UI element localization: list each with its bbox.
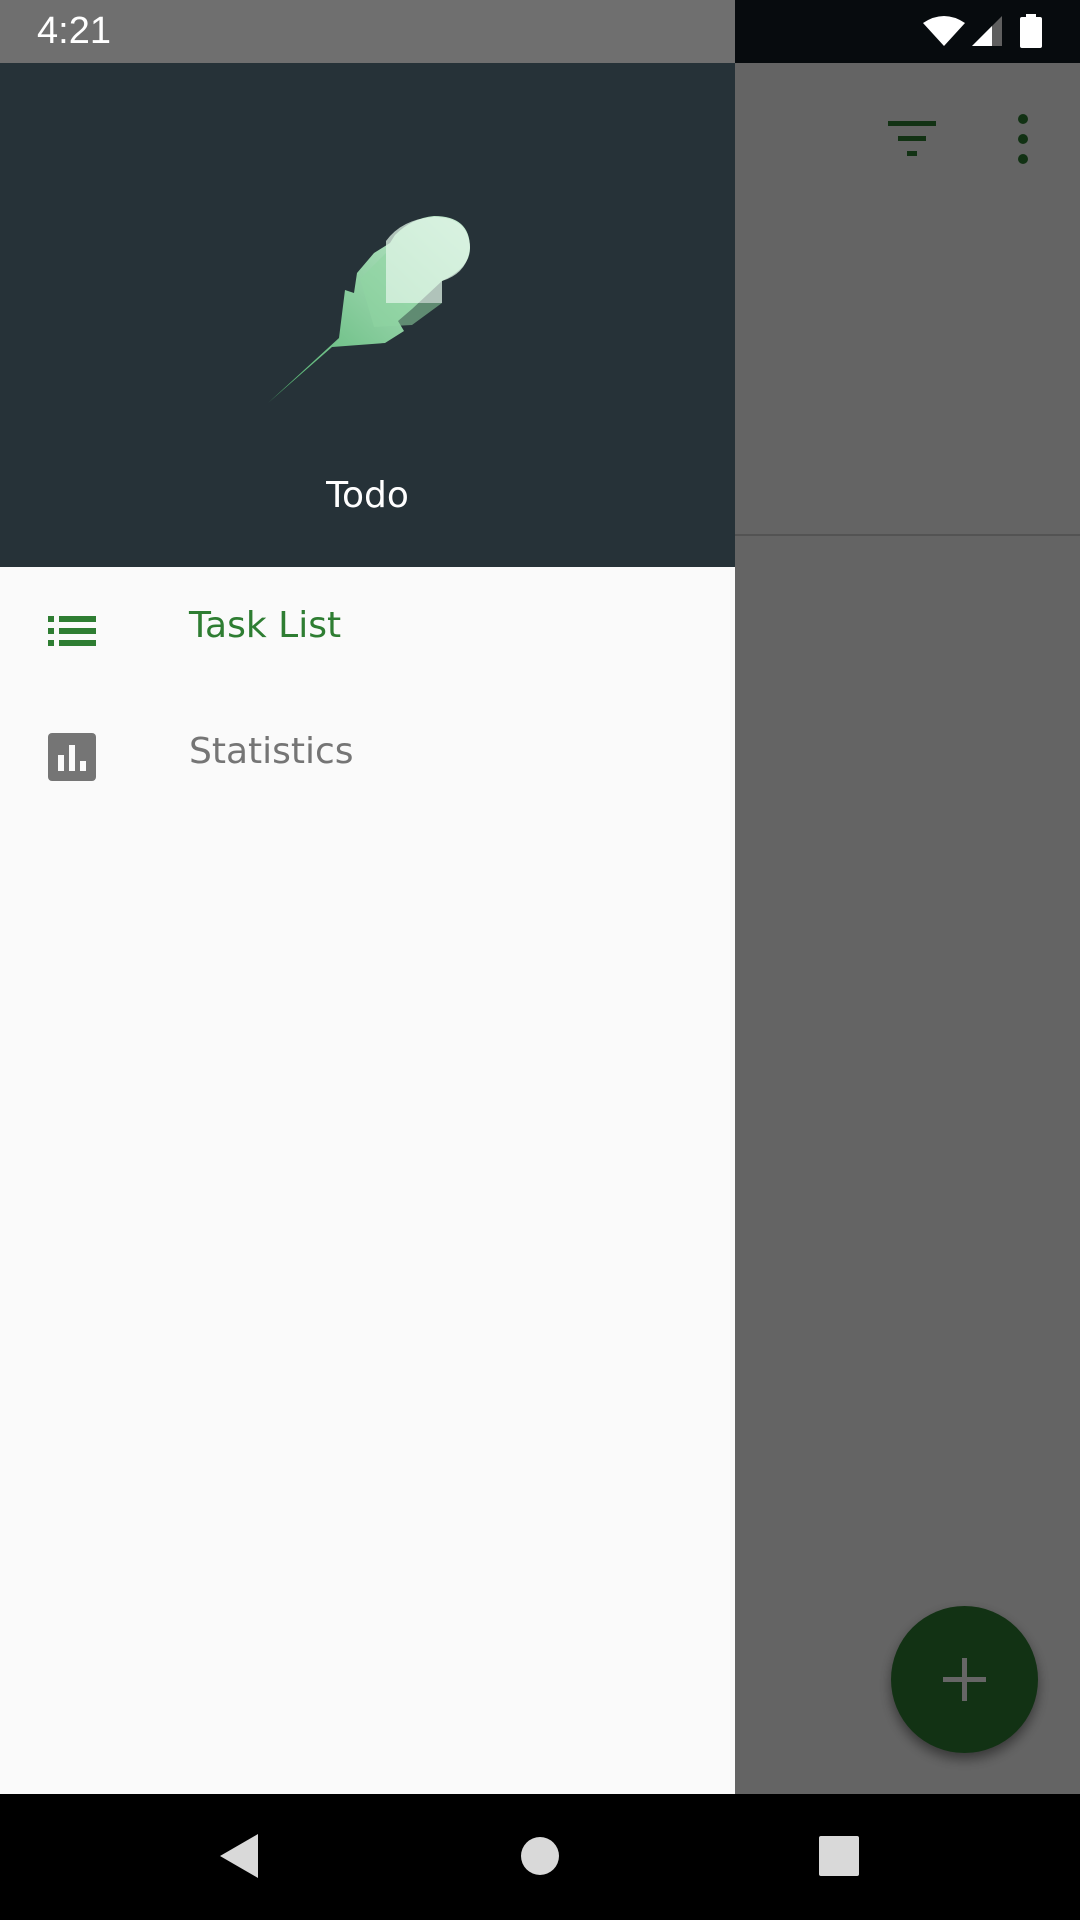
drawer-app-title: Todo: [326, 475, 409, 516]
status-bar: 4:21: [0, 0, 1080, 63]
drawer-item-task-list[interactable]: Task List: [0, 567, 735, 693]
drawer-item-statistics[interactable]: Statistics: [0, 693, 735, 819]
battery-icon: [1020, 14, 1042, 48]
list-icon: [48, 616, 96, 646]
feather-logo-icon: [268, 216, 470, 403]
system-navigation-bar: [0, 1794, 1080, 1920]
wifi-icon: [923, 16, 965, 46]
home-icon[interactable]: [520, 1832, 560, 1880]
bar-chart-icon: [48, 733, 96, 781]
status-time: 4:21: [37, 10, 111, 52]
drawer-header: Todo: [0, 63, 735, 567]
back-icon[interactable]: [218, 1832, 260, 1880]
navigation-drawer: Todo Task List Statistics: [0, 63, 735, 1794]
recents-icon[interactable]: [818, 1832, 860, 1880]
drawer-item-label: Task List: [189, 605, 342, 646]
drawer-item-label: Statistics: [189, 731, 354, 772]
signal-icon: [972, 16, 1002, 46]
